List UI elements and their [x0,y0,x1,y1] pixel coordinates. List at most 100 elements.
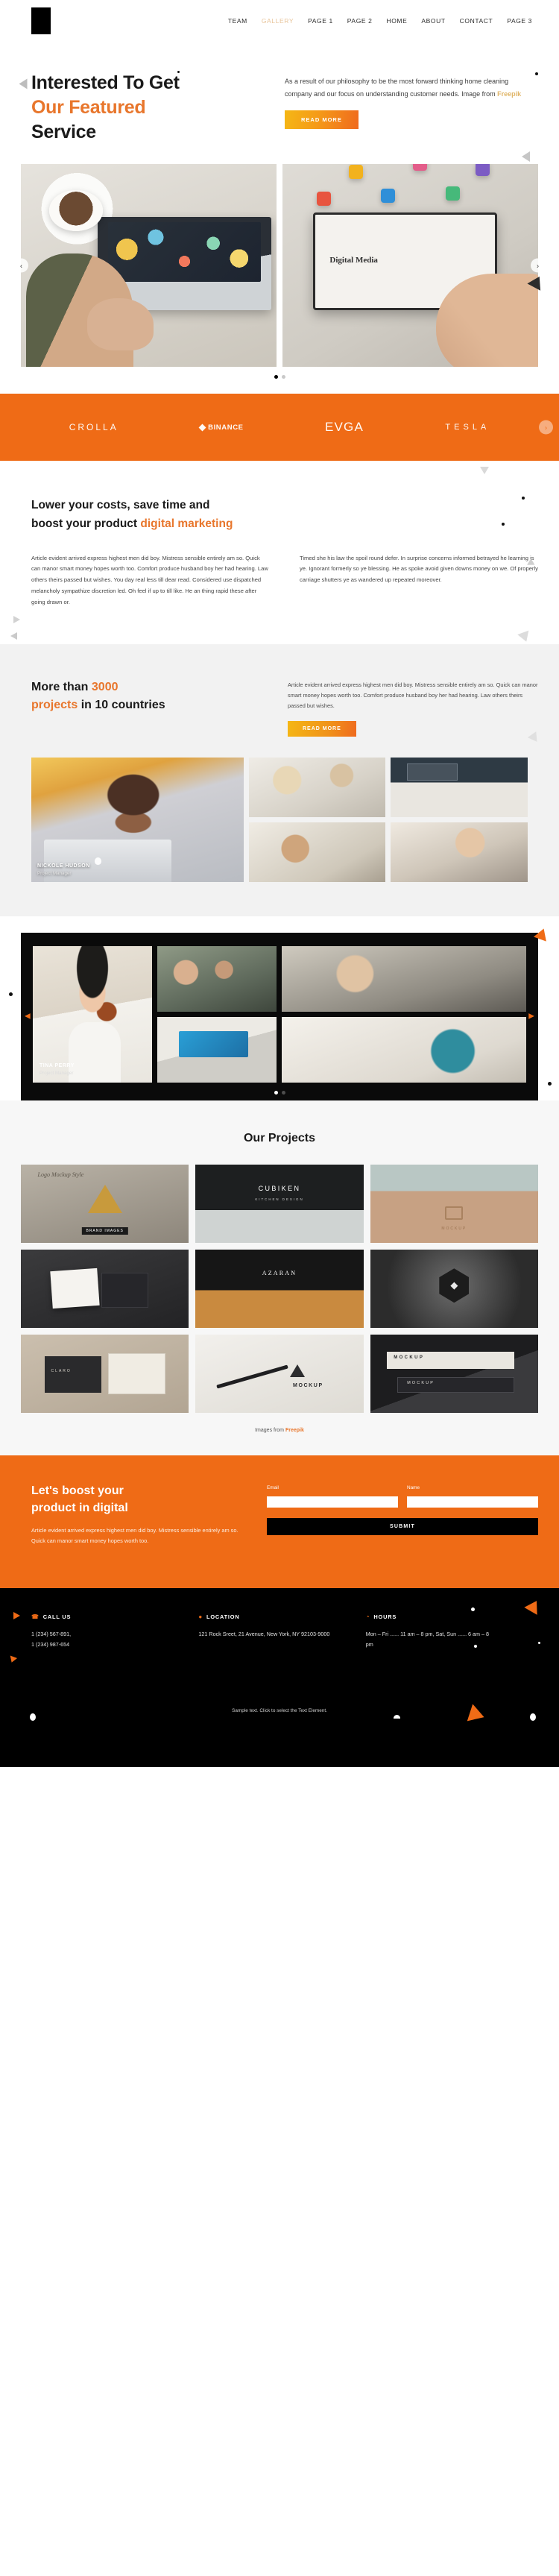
decor-triangle-c3 [13,616,20,623]
team-dot-active[interactable] [274,1090,278,1095]
mock-box-stack[interactable]: MOCKUP MOCKUP [370,1334,538,1413]
hero-copy: Interested To Get Our Featured Service [21,71,267,145]
decor-dot-c1 [522,497,525,500]
team-next-button[interactable]: ▶ [528,1013,534,1021]
costs-title-line1: Lower your costs, save time and [31,499,210,511]
brand-logo-evga[interactable]: EVGA [325,420,364,435]
projects-tile-office[interactable] [248,822,386,882]
emboss-shape-icon [445,1206,464,1220]
nav-item-about[interactable]: ABOUT [421,17,445,25]
hero-slider[interactable]: Digital Media ‹ › [14,164,546,379]
footer-sample-note[interactable]: Sample text. Click to select the Text El… [21,1708,538,1713]
cta-email-input[interactable] [267,1496,398,1508]
notebook-dark-shape [44,1356,102,1393]
cta-submit-button[interactable]: SUBMIT [267,1517,538,1535]
footer-columns: ☎ CALL US 1 (234) 567-891, 1 (234) 987-6… [21,1613,538,1650]
nav-item-contact[interactable]: CONTACT [460,17,493,25]
hero-slide-tablet[interactable]: Digital Media [282,164,538,367]
projects-tile-meeting[interactable] [248,757,386,817]
team-tile-laptop[interactable] [157,1016,277,1083]
mock-triangle-gold[interactable]: Logo Mockup Style BRAND IMAGES [21,1164,189,1243]
footer-hours-title: HOURS [373,1613,397,1621]
projects-tile-phone[interactable] [391,822,528,882]
cta-title-line2-a: product [31,1502,76,1515]
projects-tile-screens[interactable] [391,757,528,817]
team-dot[interactable] [281,1090,285,1095]
nav-item-gallery[interactable]: GALLERY [262,17,294,25]
nav-item-home[interactable]: HOME [386,17,407,25]
footer-call-heading: ☎ CALL US [31,1613,198,1620]
hex-badge-icon: ◆ [439,1268,470,1303]
cta-name-input[interactable] [407,1496,538,1508]
clock-icon: ◔ [365,1613,370,1620]
team-featured-tile[interactable]: TINA PERRY Project Manager [33,945,152,1083]
team-image-grid: TINA PERRY Project Manager [33,945,526,1083]
hero-read-more-button[interactable]: READ MORE [285,110,359,130]
mock-business-card-dark[interactable] [21,1249,189,1328]
team-tile-boardroom[interactable] [282,945,526,1012]
projects-side: Article evident arrived express highest … [288,678,538,737]
slider-prev-button[interactable]: ‹ [14,258,28,273]
projects-featured-role: Project Manager [37,870,72,876]
team-featured-name: TINA PERRY [40,1062,75,1068]
mock-azaran-awning[interactable]: AZARAN [195,1249,364,1328]
decor-dot-dark-2 [535,72,538,75]
brand-logo-binance[interactable]: BINANCE [198,423,243,432]
mock-azaran-title: AZARAN [262,1270,297,1277]
mock-notebook-card[interactable]: CLARO [21,1334,189,1413]
nav-item-page-1[interactable]: PAGE 1 [308,17,333,25]
hero-title: Interested To Get Our Featured Service [31,71,267,145]
team-tile-coffee[interactable] [282,1016,526,1083]
projects-featured-tile[interactable]: NICKOLE HUDSON Project Manager [31,757,244,882]
footer-hours-heading: ◔ HOURS [366,1613,533,1620]
cta-email-field-group: Email [267,1485,398,1508]
mock-leather-emboss[interactable]: MOCKUP [370,1164,538,1243]
card-dark-shape [101,1273,149,1308]
team-prev-button[interactable]: ◀ [25,1013,31,1021]
slider-dot[interactable] [281,375,285,379]
nav-item-page-2[interactable]: PAGE 2 [347,17,373,25]
footer-call-body: 1 (234) 567-891, 1 (234) 987-654 [31,1631,72,1648]
brands-next-button[interactable]: › [539,420,553,435]
nav-item-page-3[interactable]: PAGE 3 [507,17,532,25]
cta-name-label: Name [407,1484,420,1490]
laptop-blue-screen-photo [157,1016,277,1083]
team-featured-role: Project Manager [40,1070,74,1076]
mock-hex-badge[interactable]: ◆ [370,1249,538,1328]
decor-dot-f2 [530,1713,536,1722]
cta-copy: Let's boost your product in digital Arti… [21,1482,244,1547]
mock-cubiken-storefront[interactable]: CUBIKEN KITCHEN DESIGN [195,1164,364,1243]
location-pin-icon: ● [198,1613,203,1620]
mock-emboss-label: MOCKUP [441,1226,467,1231]
mock-pen-paper[interactable]: MOCKUP [195,1334,364,1413]
slider-next-button[interactable]: › [531,258,545,273]
hero-paragraph-link[interactable]: Freepik [497,90,521,98]
cta-email-label: Email [267,1484,279,1490]
footer-column-location: ● LOCATION 121 Rock Sreet, 21 Avenue, Ne… [198,1613,365,1650]
decor-triangle-grey [19,78,28,89]
coffee-cup-shape [48,190,103,231]
team-dots[interactable] [21,1090,538,1095]
decor-triangle-f4 [467,1704,487,1726]
paper-triangle-icon [289,1364,305,1377]
projects-read-more-button[interactable]: READ MORE [288,720,356,737]
decor-dot-f3 [471,1607,475,1612]
images-credit-link[interactable]: Freepik [285,1428,304,1433]
projects-featured-name: NICKOLE HUDSON [37,863,90,869]
hero-side: As a result of our philosophy to be the … [285,71,531,145]
digital-media-tablet-photo: Digital Media [282,164,538,367]
our-projects-grid: Logo Mockup Style BRAND IMAGES CUBIKEN K… [21,1164,538,1413]
slider-dot-active[interactable] [274,375,278,379]
slider-dots[interactable] [21,375,538,379]
hero-slide-desk[interactable] [21,164,277,367]
cta-title-line1: Let's boost your [31,1484,124,1497]
projects-image-grid: NICKOLE HUDSON Project Manager [21,757,538,882]
brand-logo-tesla[interactable]: TESLA [445,423,490,432]
cta-paragraph: Article evident arrived express highest … [31,1527,239,1545]
brand-logo-crolla[interactable]: CROLLA [69,422,119,432]
nav-item-team[interactable]: TEAM [228,17,247,25]
site-logo[interactable] [31,7,51,34]
team-tile-group[interactable] [157,945,277,1012]
costs-title-line2-accent: digital marketing [140,517,233,530]
gold-triangle-icon [87,1185,122,1214]
